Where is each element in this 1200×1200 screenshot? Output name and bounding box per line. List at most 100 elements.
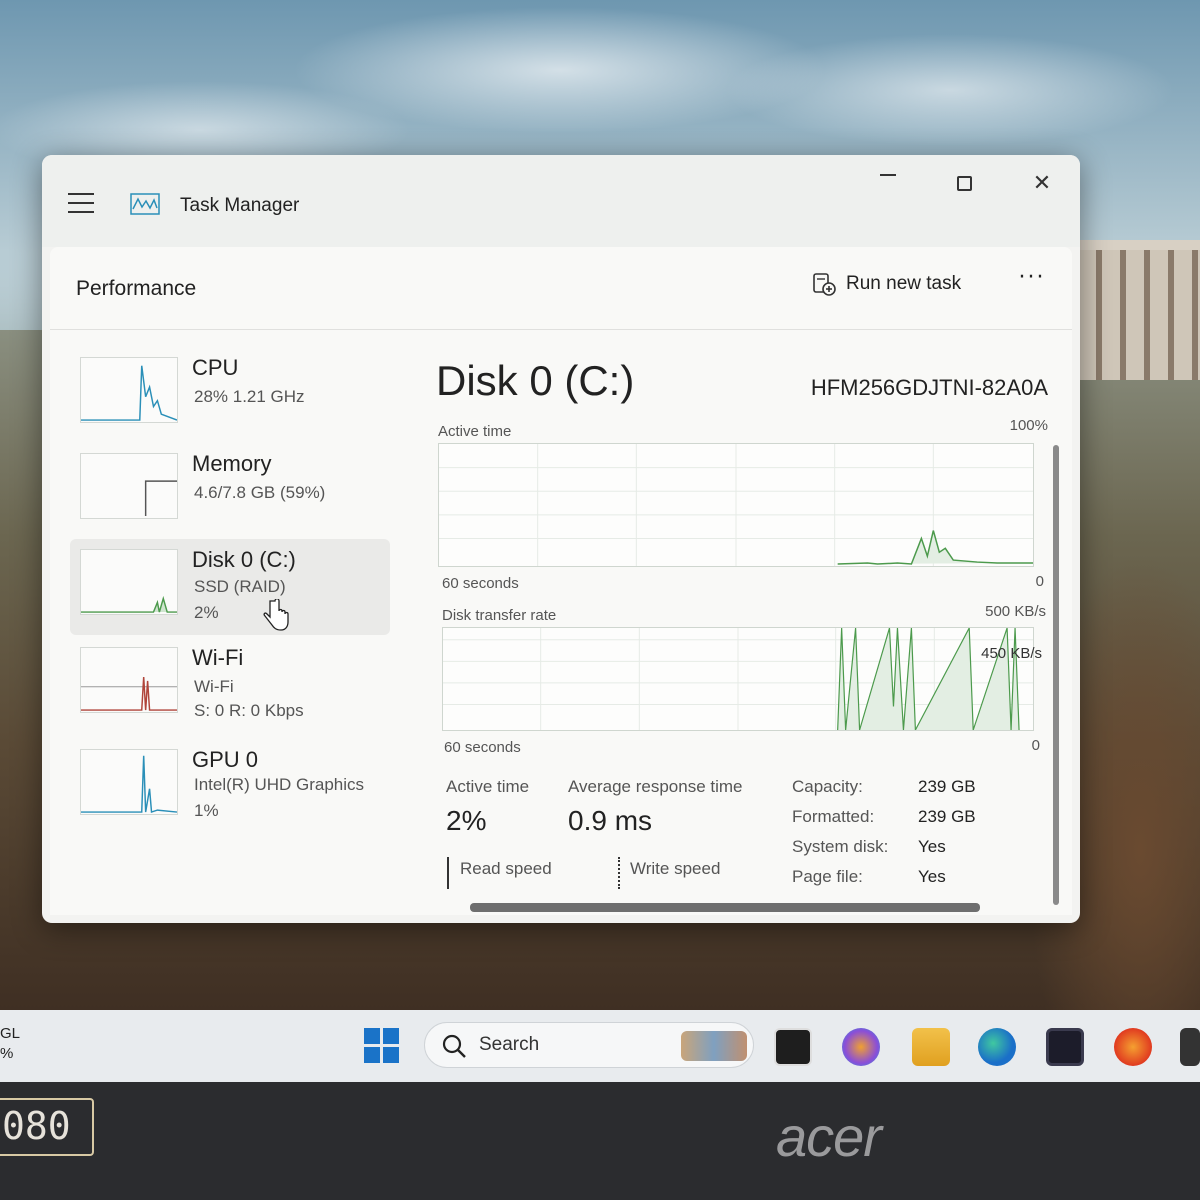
write-speed-marker [618, 857, 620, 889]
hamburger-menu-icon[interactable] [68, 193, 94, 213]
minimize-button[interactable] [858, 163, 918, 203]
sidebar-item-detail: Wi-Fi [194, 677, 234, 696]
firefox-icon[interactable] [1114, 1028, 1152, 1066]
sidebar-item-detail: SSD (RAID) [194, 577, 286, 596]
weather-widget[interactable]: GL % [0, 1024, 20, 1064]
windows-logo-tile [383, 1028, 399, 1044]
memory-thumbnail-graph [80, 453, 178, 519]
minimize-icon [880, 174, 896, 176]
sidebar-item-usage: 1% [194, 801, 219, 820]
search-icon [442, 1034, 466, 1058]
file-explorer-icon[interactable] [912, 1028, 950, 1066]
sidebar-item-usage: S: 0 R: 0 Kbps [194, 701, 304, 720]
active-time-stat-label: Active time [446, 777, 530, 796]
more-options-button[interactable]: ··· [1010, 265, 1054, 299]
windows-logo-icon [364, 1028, 380, 1044]
active-time-graph-min: 0 [1035, 573, 1044, 590]
active-time-graph-max: 100% [1009, 417, 1048, 434]
start-button[interactable] [364, 1028, 400, 1064]
active-time-graph-label: Active time [438, 423, 512, 440]
windows-logo-tile [383, 1047, 399, 1063]
info-value-capacity: 239 GB [918, 777, 976, 796]
sidebar-item-usage: 2% [194, 603, 219, 622]
maximize-icon [956, 175, 972, 191]
info-key-system-disk: System disk: [792, 837, 889, 856]
run-new-task-button[interactable]: Run new task [812, 267, 961, 301]
transfer-rate-graph-min: 0 [1031, 737, 1040, 754]
avg-response-stat-label: Average response time [568, 777, 743, 796]
gpu-thumbnail-graph [80, 749, 178, 815]
transfer-rate-graph-max: 500 KB/s [985, 603, 1046, 620]
transfer-rate-graph-duration: 60 seconds [444, 739, 521, 756]
window-title: Task Manager [180, 195, 300, 216]
info-key-page-file: Page file: [792, 867, 863, 886]
performance-sidebar: CPU 28% 1.21 GHz Memory 4.6/7.8 GB (59%)… [70, 347, 400, 907]
run-new-task-label: Run new task [846, 273, 962, 294]
task-view-icon[interactable] [774, 1028, 812, 1066]
sidebar-item-name: GPU 0 [192, 747, 259, 772]
sidebar-item-name: Disk 0 (C:) [192, 547, 296, 572]
write-speed-label: Write speed [630, 859, 721, 878]
sidebar-item-memory[interactable]: Memory 4.6/7.8 GB (59%) [70, 443, 390, 539]
sidebar-item-disk[interactable]: Disk 0 (C:) SSD (RAID) 2% [70, 539, 390, 635]
disk-title: Disk 0 (C:) [436, 357, 635, 404]
store-icon[interactable] [1046, 1028, 1084, 1066]
maximize-button[interactable] [934, 163, 994, 203]
hand-cursor-icon [263, 599, 289, 631]
active-time-stat-value: 2% [446, 805, 487, 836]
sidebar-item-name: Wi-Fi [192, 645, 244, 670]
search-placeholder: Search [479, 1034, 540, 1055]
disk-thumbnail-graph [80, 549, 178, 615]
cpu-thumbnail-graph [80, 357, 178, 423]
active-time-graph [438, 443, 1034, 567]
run-task-icon [813, 273, 836, 296]
copilot-icon[interactable] [842, 1028, 880, 1066]
avg-response-stat-value: 0.9 ms [568, 805, 653, 836]
taskbar: GL % Search [0, 1010, 1200, 1082]
task-manager-window: Task Manager ✕ Performance Run new task … [42, 155, 1080, 923]
wallpaper-building [1078, 240, 1200, 380]
read-speed-label: Read speed [460, 859, 552, 878]
read-speed-marker [447, 857, 449, 889]
sidebar-item-detail: 4.6/7.8 GB (59%) [194, 483, 326, 502]
vertical-scrollbar[interactable] [1052, 445, 1060, 909]
transfer-rate-graph-label: Disk transfer rate [442, 607, 557, 624]
header-divider [50, 329, 1072, 330]
brand-logo: acer [776, 1105, 882, 1168]
windows-logo-tile [364, 1047, 380, 1063]
taskbar-search-box[interactable]: Search [424, 1022, 754, 1068]
info-key-capacity: Capacity: [792, 777, 863, 796]
search-highlight-image [681, 1031, 747, 1061]
wifi-thumbnail-graph [80, 647, 178, 713]
transfer-rate-graph [442, 627, 1034, 731]
sidebar-item-gpu[interactable]: GPU 0 Intel(R) UHD Graphics 1% [70, 739, 390, 835]
sidebar-item-detail: 28% 1.21 GHz [194, 387, 305, 406]
disk-model: HFM256GDJTNI-82A0A [810, 375, 1048, 400]
content-pane: Performance Run new task ··· CPU 28% 1.2… [50, 247, 1072, 915]
close-button[interactable]: ✕ [1012, 163, 1072, 203]
sidebar-item-name: CPU [192, 355, 239, 380]
weather-widget-line1: GL [0, 1025, 21, 1042]
transfer-rate-graph-mid: 450 KB/s [981, 645, 1042, 662]
dropbox-icon[interactable] [1180, 1028, 1200, 1066]
vertical-scrollbar-thumb[interactable] [1053, 445, 1059, 905]
info-value-formatted: 239 GB [918, 807, 976, 826]
sidebar-item-name: Memory [192, 451, 272, 476]
sidebar-item-cpu[interactable]: CPU 28% 1.21 GHz [70, 347, 390, 443]
disk-detail-panel: Disk 0 (C:) HFM256GDJTNI-82A0A Active ti… [434, 347, 1054, 907]
info-key-formatted: Formatted: [792, 807, 875, 826]
page-title: Performance [76, 277, 197, 300]
weather-widget-line2: % [0, 1045, 14, 1062]
sidebar-item-wifi[interactable]: Wi-Fi Wi-Fi S: 0 R: 0 Kbps [70, 637, 390, 733]
title-bar: Task Manager ✕ [42, 155, 1080, 247]
active-time-graph-duration: 60 seconds [442, 575, 519, 592]
close-icon: ✕ [1032, 170, 1052, 196]
info-value-system-disk: Yes [918, 837, 946, 856]
edge-browser-icon[interactable] [978, 1028, 1016, 1066]
horizontal-scrollbar-thumb[interactable] [470, 903, 980, 912]
resolution-sticker: 080 [0, 1098, 94, 1156]
sidebar-item-detail: Intel(R) UHD Graphics [194, 775, 365, 794]
task-manager-app-icon [130, 193, 160, 215]
laptop-bezel: 080 acer [0, 1082, 1200, 1200]
info-value-page-file: Yes [918, 867, 946, 886]
